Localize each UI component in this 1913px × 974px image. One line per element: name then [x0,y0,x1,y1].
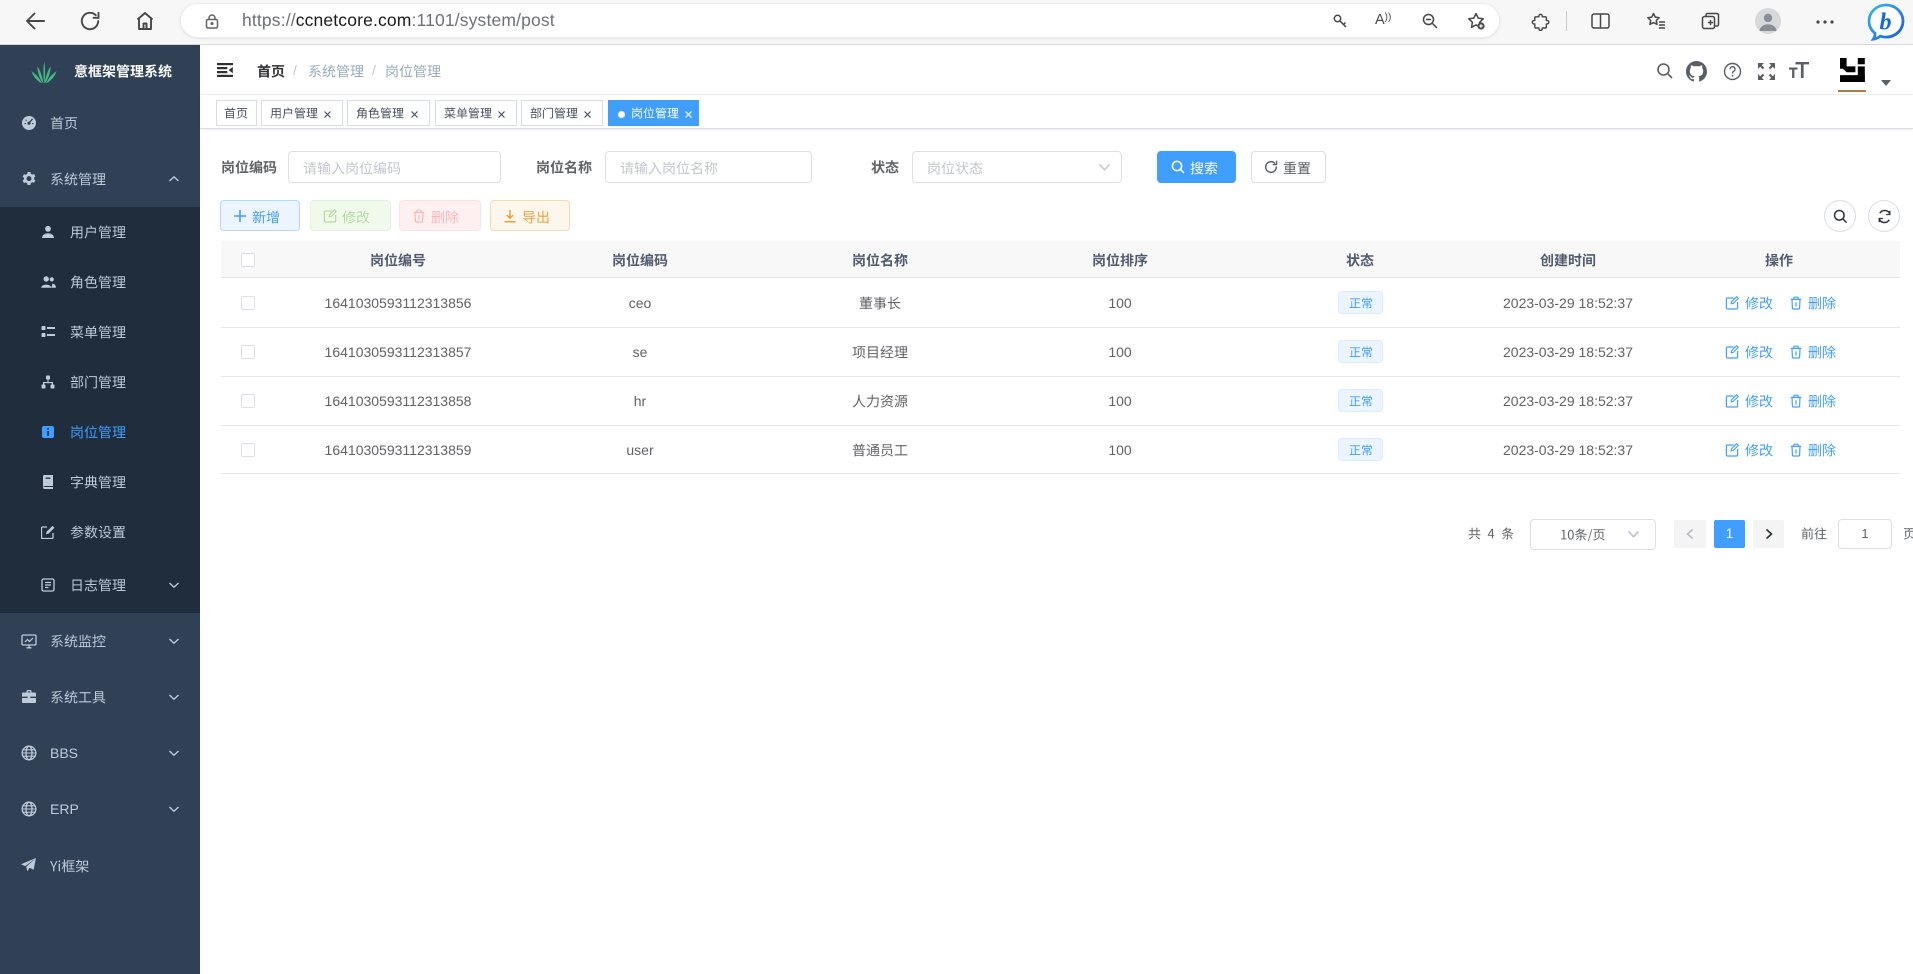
svg-text:b: b [1880,10,1892,36]
